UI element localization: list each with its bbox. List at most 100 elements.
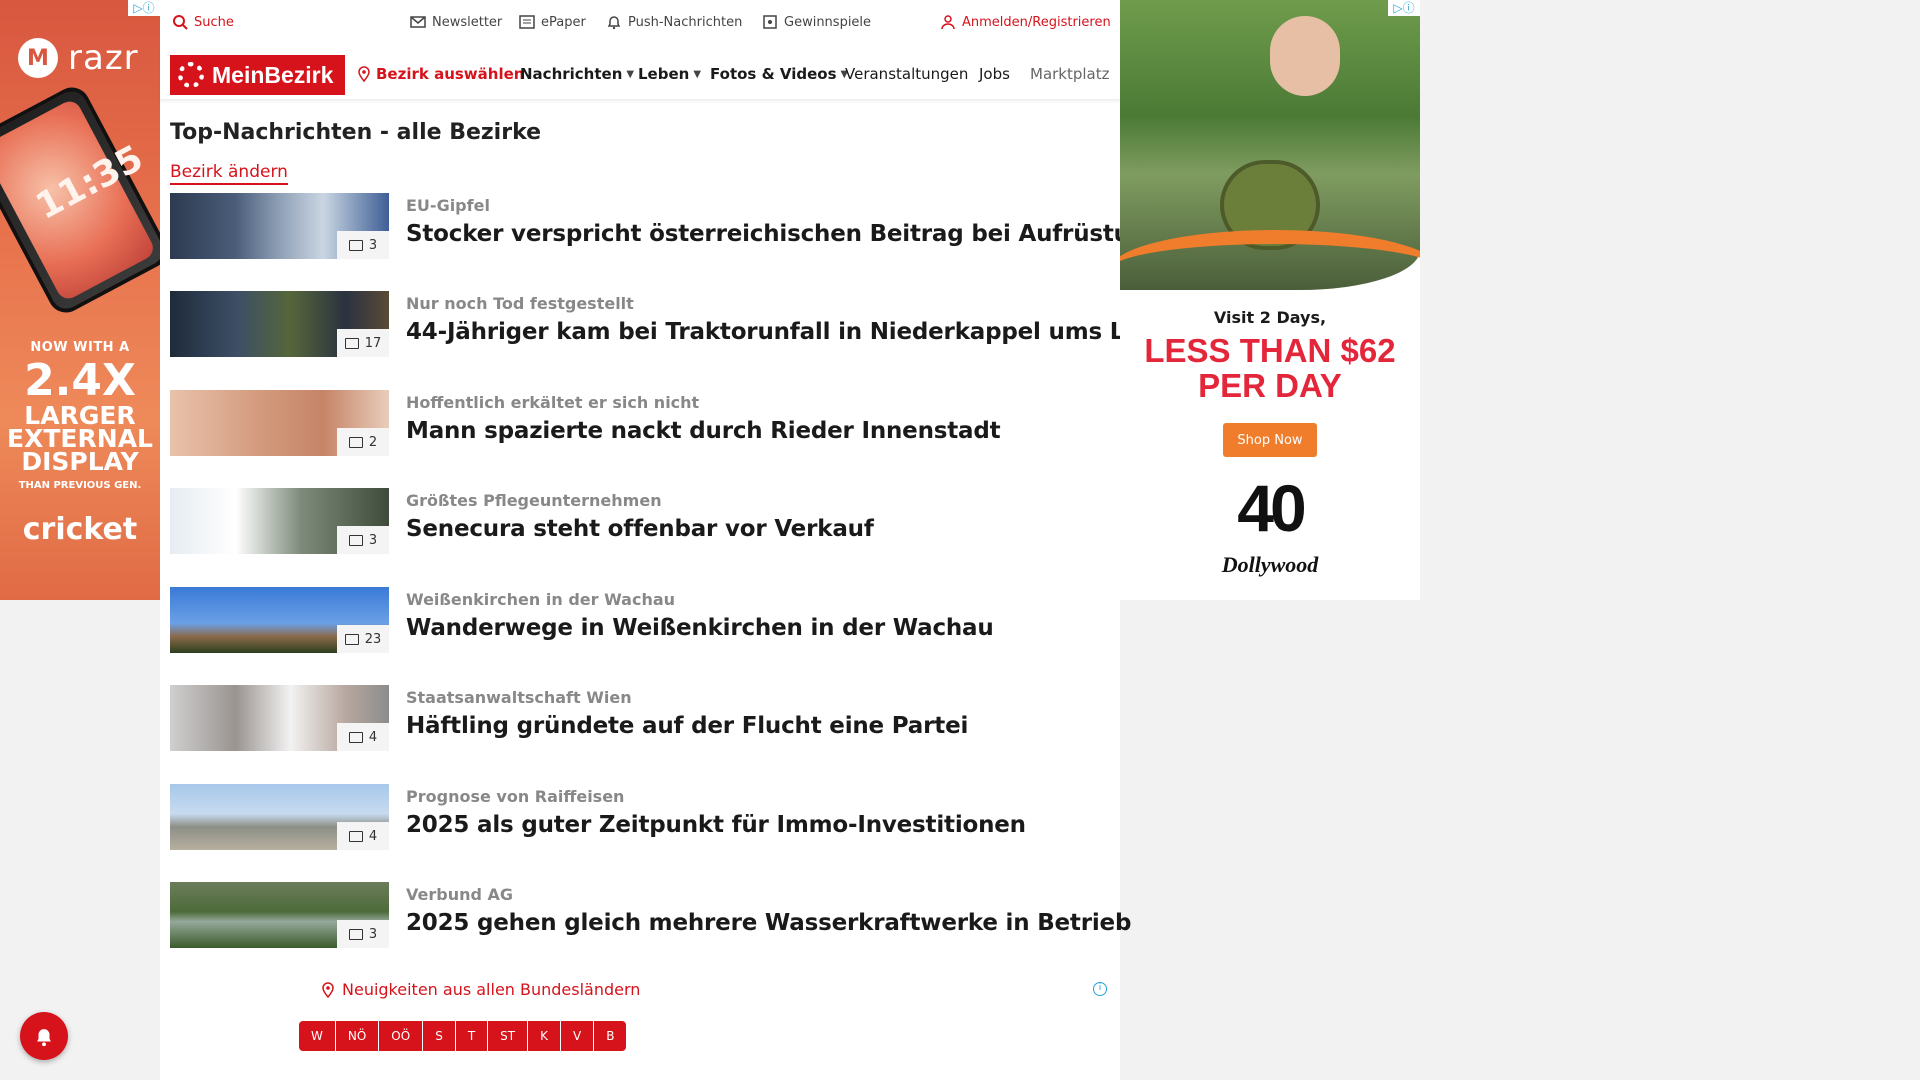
nav-item-nachrichten[interactable]: Nachrichten ▼	[520, 65, 634, 83]
article-kicker: Verbund AG	[406, 885, 514, 904]
article-thumbnail[interactable]: 3	[170, 882, 389, 948]
article-headline[interactable]: Senecura steht offenbar vor Verkauf	[406, 516, 874, 542]
state-button-noe[interactable]: NÖ	[336, 1021, 380, 1051]
games-link[interactable]: Gewinnspiele	[762, 14, 871, 30]
article-item[interactable]: 3 Verbund AG 2025 gehen gleich mehrere W…	[170, 882, 1131, 950]
article-headline[interactable]: 2025 als guter Zeitpunkt für Immo-Invest…	[406, 812, 1026, 838]
ad-brand-name: razr	[68, 38, 139, 78]
phone-image: 11:35	[0, 81, 160, 319]
article-thumbnail[interactable]: 4	[170, 784, 389, 850]
push-label: Push-Nachrichten	[628, 14, 743, 30]
search-icon	[173, 15, 188, 30]
gallery-icon	[348, 534, 363, 546]
change-district-link[interactable]: Bezirk ändern	[170, 162, 288, 185]
article-thumbnail[interactable]: 4	[170, 685, 389, 751]
article-item[interactable]: 3 Größtes Pflegeunternehmen Senecura ste…	[170, 488, 1110, 556]
state-button-s[interactable]: S	[423, 1021, 456, 1051]
article-headline[interactable]: Mann spazierte nackt durch Rieder Innens…	[406, 418, 1001, 444]
state-button-w[interactable]: W	[299, 1021, 336, 1051]
article-kicker: Größtes Pflegeunternehmen	[406, 491, 662, 510]
nav-item-marktplatz[interactable]: Marktplatz	[1030, 65, 1112, 83]
nav-item-veranstaltungen[interactable]: Veranstaltungen	[845, 65, 968, 83]
logo-sun-icon	[178, 62, 204, 88]
gallery-count-badge: 4	[337, 723, 389, 751]
state-button-b[interactable]: B	[594, 1021, 626, 1051]
notification-bell-button[interactable]	[20, 1012, 68, 1060]
ad-info-icon[interactable]: ▷ⓘ	[128, 0, 160, 16]
article-headline[interactable]: Stocker verspricht österreichischen Beit…	[406, 221, 1162, 247]
gallery-icon	[344, 633, 359, 645]
bell-icon	[37, 1029, 51, 1047]
search-link[interactable]: Suche	[172, 14, 234, 30]
nav-item-fotos-videos[interactable]: Fotos & Videos ▼	[710, 65, 848, 83]
article-kicker: Hoffentlich erkältet er sich nicht	[406, 393, 700, 412]
state-button-k[interactable]: K	[528, 1021, 561, 1051]
mail-icon	[410, 16, 426, 28]
gallery-count-badge: 3	[337, 526, 389, 554]
article-item[interactable]: 2 Hoffentlich erkältet er sich nicht Man…	[170, 390, 1110, 458]
epaper-link[interactable]: ePaper	[519, 14, 586, 30]
right-ad-banner[interactable]: ▷ⓘ Visit 2 Days, LESS THAN $62 PER DAY S…	[1120, 0, 1420, 600]
district-label: Bezirk auswählen	[376, 65, 525, 83]
ad-copy-line3: LARGER EXTERNAL DISPLAY	[7, 401, 153, 476]
article-headline[interactable]: Wanderwege in Weißenkirchen in der Wacha…	[406, 615, 994, 641]
article-item[interactable]: 4 Staatsanwaltschaft Wien Häftling gründ…	[170, 685, 1110, 753]
page-title: Top-Nachrichten - alle Bezirke	[170, 120, 542, 145]
search-label: Suche	[194, 14, 234, 30]
state-button-st[interactable]: ST	[488, 1021, 529, 1051]
ad-visit-text: Visit 2 Days,	[1213, 308, 1327, 327]
gallery-count-badge: 2	[337, 428, 389, 456]
article-kicker: EU-Gipfel	[406, 196, 490, 215]
gallery-icon	[348, 928, 363, 940]
gallery-icon	[344, 337, 359, 349]
article-headline[interactable]: 2025 gehen gleich mehrere Wasserkraftwer…	[406, 910, 1131, 936]
article-kicker: Prognose von Raiffeisen	[406, 787, 625, 806]
top-utility-bar: Suche Newsletter ePaper Push-Nachrichten…	[160, 0, 1120, 46]
chevron-down-icon: ▼	[693, 68, 702, 80]
state-selector: W NÖ OÖ S T ST K V B	[299, 1021, 627, 1051]
gallery-icon	[348, 830, 363, 842]
anniversary-logo: 40	[1237, 471, 1306, 545]
article-headline[interactable]: 44-Jähriger kam bei Traktorunfall in Nie…	[406, 319, 1188, 345]
ad-brand-logo: Dollywood	[1221, 552, 1319, 577]
ad-copy-line4: THAN PREVIOUS GEN.	[18, 480, 142, 491]
nav-item-jobs[interactable]: Jobs	[979, 65, 1010, 83]
article-kicker: Weißenkirchen in der Wachau	[406, 590, 676, 609]
nav-item-leben[interactable]: Leben ▼	[638, 65, 701, 83]
newsletter-link[interactable]: Newsletter	[410, 14, 502, 30]
article-item[interactable]: 3 EU-Gipfel Stocker verspricht österreic…	[170, 193, 1162, 261]
article-thumbnail[interactable]: 3	[170, 193, 389, 259]
bell-icon	[607, 16, 621, 30]
ad-info-icon[interactable]: ▷ⓘ	[1388, 0, 1420, 16]
push-link[interactable]: Push-Nachrichten	[606, 14, 742, 30]
newspaper-icon	[519, 15, 535, 29]
ad-photo	[1120, 0, 1420, 290]
ad-copy-line1: NOW WITH A	[30, 340, 130, 355]
article-kicker: Nur noch Tod festgestellt	[406, 294, 634, 313]
main-navigation: MeinBezirk Bezirk auswählen Nachrichten ▼…	[160, 48, 1120, 100]
login-link[interactable]: Anmelden/Registrieren	[940, 14, 1111, 30]
location-pin-icon	[322, 981, 334, 998]
state-button-t[interactable]: T	[456, 1021, 489, 1051]
left-ad-banner[interactable]: ▷ⓘ M razr 11:35 NOW WITH A 2.4X LARGER E…	[0, 0, 160, 600]
article-item[interactable]: 23 Weißenkirchen in der Wachau Wanderweg…	[170, 587, 1110, 655]
gallery-count-badge: 4	[337, 822, 389, 850]
article-thumbnail[interactable]: 3	[170, 488, 389, 554]
bundeslaender-link[interactable]: Neuigkeiten aus allen Bundesländern	[320, 980, 640, 999]
article-item[interactable]: 17 Nur noch Tod festgestellt 44-Jähriger…	[170, 291, 1188, 359]
article-thumbnail[interactable]: 23	[170, 587, 389, 653]
article-kicker: Staatsanwaltschaft Wien	[406, 688, 632, 707]
shop-now-button[interactable]: Shop Now	[1223, 423, 1317, 457]
ad-info-icon[interactable]: i	[1093, 982, 1107, 996]
site-logo[interactable]: MeinBezirk	[170, 55, 345, 95]
state-button-v[interactable]: V	[561, 1021, 595, 1051]
article-thumbnail[interactable]: 2	[170, 390, 389, 456]
state-button-ooe[interactable]: OÖ	[379, 1021, 424, 1051]
gallery-count-badge: 17	[337, 329, 389, 357]
article-thumbnail[interactable]: 17	[170, 291, 389, 357]
gallery-icon	[348, 731, 363, 743]
article-headline[interactable]: Häftling gründete auf der Flucht eine Pa…	[406, 713, 968, 739]
district-select[interactable]: Bezirk auswählen	[356, 65, 524, 83]
ad-brand: M razr	[18, 38, 139, 78]
article-item[interactable]: 4 Prognose von Raiffeisen 2025 als guter…	[170, 784, 1110, 852]
